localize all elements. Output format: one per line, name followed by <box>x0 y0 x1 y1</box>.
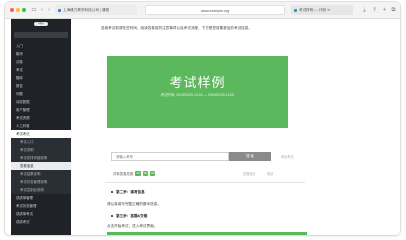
stats-link[interactable]: 答卷统计 <box>243 171 256 176</box>
sidebar-item[interactable]: 用户管理 <box>11 106 71 114</box>
favicon-icon <box>294 8 297 12</box>
sidebar-item[interactable]: 成绩单考试 <box>11 210 71 218</box>
exam-banner: 考试样例 考试时间: 2019/01/25 14:00 — 2019/02/28… <box>107 56 288 128</box>
answer-count-row: 共有答卷总数 10 20 30 <box>113 171 156 176</box>
search-button[interactable]: 搜 索 <box>229 152 271 161</box>
divider <box>105 182 305 183</box>
sidebar-item[interactable]: 动态数据 <box>11 98 71 106</box>
sidebar-subitem-active[interactable]: 答卷信息 <box>11 162 71 170</box>
sidebar-item[interactable]: 成绩单管理 <box>11 194 71 202</box>
count-badge[interactable]: 10 <box>135 171 141 176</box>
sidebar-item[interactable]: 报告 <box>11 82 71 90</box>
sidebar-item[interactable]: 考试资源 <box>11 114 71 122</box>
sidebar-subitem[interactable]: 考试安排详细说明 <box>11 154 71 162</box>
favicon-icon <box>58 8 61 12</box>
sidebar-item[interactable]: 考试状态管理 <box>11 202 71 210</box>
sidebar-search-input[interactable] <box>14 32 68 38</box>
sidebar-subitem[interactable]: 考试控制台说明 <box>11 186 71 194</box>
exam-title: 考试样例 <box>169 75 226 90</box>
sidebar-toggle-icon[interactable]: ▭ <box>30 6 38 14</box>
minimize-window-button[interactable] <box>16 8 20 12</box>
browser-tab-course[interactable]: 上海峰力教学科技公司 | 课程 <box>55 5 137 15</box>
step-three-title: 第三步：答题&交卷 <box>111 214 147 219</box>
share-icon[interactable]: ⇪ <box>371 6 378 14</box>
tab-title: 考试样例 — 代码 ✕ <box>299 8 331 12</box>
tab-overview-icon[interactable]: ⧉ <box>390 6 397 14</box>
browser-window: ▭ ‹ › 上海峰力教学科技公司 | 课程 www.example.org 考试… <box>5 2 400 235</box>
sidebar-subitem[interactable]: 考试入口 <box>11 138 71 146</box>
sidebar-item[interactable]: 人工判卷 <box>11 122 71 130</box>
tab-title: 上海峰力教学科技公司 | 课程 <box>63 8 110 12</box>
next-section-banner <box>107 232 307 235</box>
browser-tab-exam[interactable]: 考试样例 — 代码 ✕ <box>291 5 353 15</box>
browser-toolbar: ▭ ‹ › 上海峰力教学科技公司 | 课程 www.example.org 考试… <box>5 2 400 19</box>
bullet-icon <box>111 191 113 194</box>
main-content: 答卷考试前请花些时间，阅读答卷前的注意事项以及考试流程，下方是您将要参加的考试信… <box>71 19 400 235</box>
new-tab-icon[interactable]: + <box>381 6 388 14</box>
sidebar-item[interactable]: 问题 <box>11 90 71 98</box>
sidebar-item[interactable]: 试卷 <box>11 58 71 66</box>
sidebar-item[interactable]: 成绩考试 <box>11 218 71 226</box>
logo: logo <box>34 22 48 26</box>
sidebar-item[interactable]: 模块 <box>11 50 71 58</box>
exam-search: 搜 索 <box>111 152 271 161</box>
forward-icon[interactable]: › <box>46 6 52 14</box>
sidebar-subitem[interactable]: 考试状态管理说明 <box>11 178 71 186</box>
score-link[interactable]: 成绩 <box>267 171 273 176</box>
sidebar-subitem[interactable]: 考试说明 <box>11 146 71 154</box>
zoom-window-button[interactable] <box>22 8 26 12</box>
exam-number-input[interactable] <box>111 152 229 161</box>
count-badge[interactable]: 20 <box>142 171 149 176</box>
step-two-text: 请认真填写完整正确的基本信息。 <box>107 202 161 206</box>
address-text: www.example.org <box>200 9 230 13</box>
count-badge[interactable]: 30 <box>150 171 156 176</box>
address-bar[interactable]: www.example.org <box>145 5 285 15</box>
step-three-title-text: 第三步：答题&交卷 <box>116 214 148 218</box>
intro-text: 答卷考试前请花些时间，阅读答卷前的注意事项以及考试流程，下方是您将要参加的考试信… <box>101 26 252 30</box>
step-three-text: 点击开始考试，进入考试界面。 <box>107 224 158 228</box>
sidebar-item[interactable]: 入门 <box>11 42 71 50</box>
join-exam-link[interactable]: 参加考试 <box>281 154 294 159</box>
bullet-icon <box>111 215 113 218</box>
sidebar-item[interactable]: 题库 <box>11 74 71 82</box>
exam-time: 考试时间: 2019/01/25 14:00 — 2019/02/28 14:0… <box>160 93 235 97</box>
answer-count-label: 共有答卷总数 <box>113 172 134 176</box>
sidebar: logo 入门 模块 试卷 考试 题库 报告 问题 动态数据 用户管理 考试资源… <box>11 19 71 235</box>
step-two-title-text: 第二步：填写信息 <box>116 190 145 194</box>
download-icon[interactable]: ⤓ <box>361 6 368 14</box>
back-icon[interactable]: ‹ <box>39 6 45 14</box>
close-window-button[interactable] <box>10 8 14 12</box>
sidebar-item-active-group[interactable]: 考试考试 <box>11 130 71 138</box>
sidebar-item[interactable]: 考试 <box>11 66 71 74</box>
sidebar-header: logo <box>11 19 71 29</box>
step-two-title: 第二步：填写信息 <box>111 190 145 195</box>
sidebar-subitem[interactable]: 考试结果说明 <box>11 170 71 178</box>
